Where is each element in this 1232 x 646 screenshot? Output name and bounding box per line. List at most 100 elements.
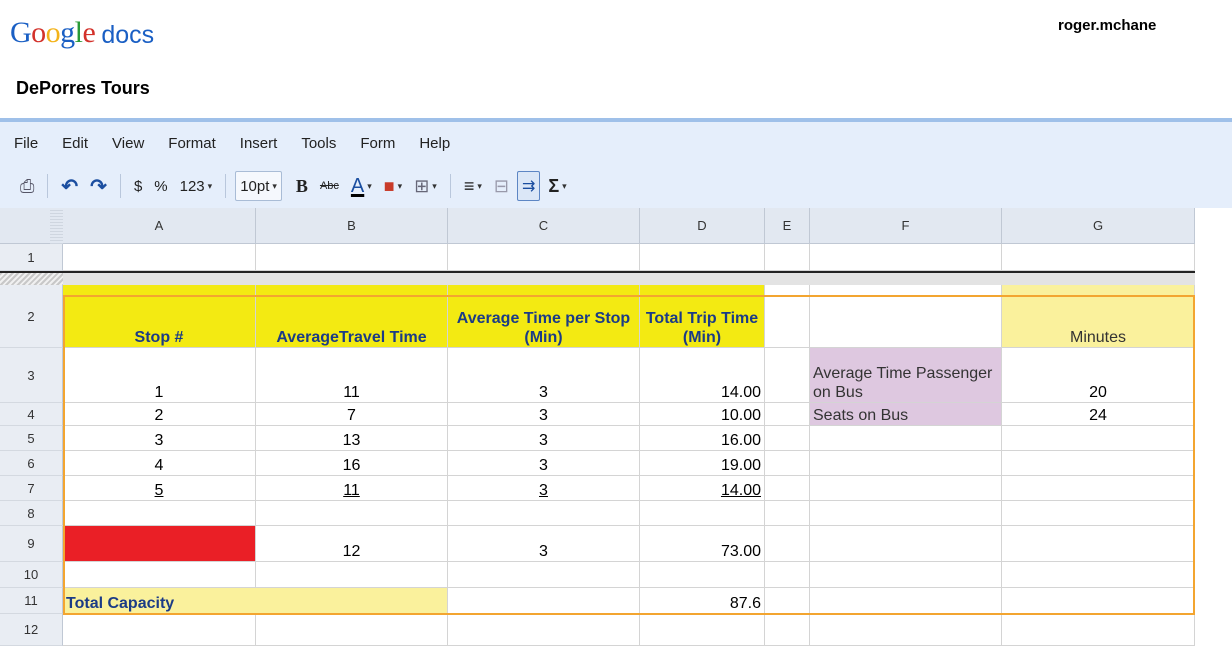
cell-e4[interactable] [765,403,810,426]
cell-g6[interactable] [1002,451,1195,476]
cell-a4[interactable]: 2 [63,403,256,426]
cell-g5[interactable] [1002,426,1195,451]
cell-d7[interactable]: 14.00 [640,476,765,501]
undo-icon[interactable]: ↶ [57,172,82,200]
currency-format-button[interactable]: $ [130,172,146,200]
cell-g2[interactable]: Minutes [1002,285,1195,348]
cell-a3[interactable]: 1 [63,348,256,403]
column-header-d[interactable]: D [640,208,765,244]
menu-view[interactable]: View [102,131,154,156]
cell-a11[interactable]: Total Capacity [63,588,256,614]
cell-g3[interactable]: 20 [1002,348,1195,403]
cell-f7[interactable] [810,476,1002,501]
cell-f5[interactable] [810,426,1002,451]
cell-d11[interactable]: 87.6 [640,588,765,614]
cell-f8[interactable] [810,501,1002,526]
cell-g7[interactable] [1002,476,1195,501]
fill-color-dropdown[interactable]: ■ ▾ [380,172,406,200]
cell-a1[interactable] [63,244,256,271]
cell-g12[interactable] [1002,614,1195,646]
document-title[interactable]: DePorres Tours [16,78,150,99]
cell-b12[interactable] [256,614,448,646]
cell-c2[interactable]: Average Time per Stop (Min) [448,285,640,348]
column-header-a[interactable]: A [63,208,256,244]
cell-b4[interactable]: 7 [256,403,448,426]
wrap-text-icon[interactable]: ⇉ [516,171,541,201]
row-header-4[interactable]: 4 [0,403,63,426]
cell-e7[interactable] [765,476,810,501]
row-header-3[interactable]: 3 [0,348,63,403]
cell-f4[interactable]: Seats on Bus [810,403,1002,426]
frozen-rows-handle[interactable] [0,273,63,285]
cell-e1[interactable] [765,244,810,271]
column-header-c[interactable]: C [448,208,640,244]
cell-d2[interactable]: Total Trip Time (Min) [640,285,765,348]
cell-f12[interactable] [810,614,1002,646]
cell-a7[interactable]: 5 [63,476,256,501]
row-header-12[interactable]: 12 [0,614,63,646]
row-header-7[interactable]: 7 [0,476,63,501]
cell-c6[interactable]: 3 [448,451,640,476]
cell-b10[interactable] [256,562,448,588]
cell-a8[interactable] [63,501,256,526]
menu-format[interactable]: Format [158,131,226,156]
cell-f2[interactable] [810,285,1002,348]
cell-d5[interactable]: 16.00 [640,426,765,451]
google-docs-logo[interactable]: Google docs [10,8,154,48]
print-icon[interactable]: ⎙ [16,172,38,200]
menu-insert[interactable]: Insert [230,131,288,156]
scrollbar[interactable] [1195,208,1232,646]
cell-a5[interactable]: 3 [63,426,256,451]
cell-b2[interactable]: AverageTravel Time [256,285,448,348]
bold-button[interactable]: B [292,172,312,200]
cell-b11[interactable] [256,588,448,614]
merge-cells-icon[interactable]: ⊟ [490,172,513,200]
borders-dropdown[interactable]: ⊞ ▾ [410,172,441,200]
cell-d8[interactable] [640,501,765,526]
cell-f6[interactable] [810,451,1002,476]
row-header-9[interactable]: 9 [0,526,63,562]
align-dropdown[interactable]: ≡ ▾ [460,172,486,200]
cell-d1[interactable] [640,244,765,271]
cell-b5[interactable]: 13 [256,426,448,451]
menu-form[interactable]: Form [350,131,405,156]
cell-c4[interactable]: 3 [448,403,640,426]
menu-tools[interactable]: Tools [291,131,346,156]
column-header-f[interactable]: F [810,208,1002,244]
cell-f1[interactable] [810,244,1002,271]
cell-c9[interactable]: 3 [448,526,640,562]
cell-e12[interactable] [765,614,810,646]
cell-e5[interactable] [765,426,810,451]
cell-e11[interactable] [765,588,810,614]
cell-c1[interactable] [448,244,640,271]
number-format-dropdown[interactable]: 123 ▾ [176,172,217,200]
user-account-name[interactable]: roger.mchane [1058,17,1156,34]
cell-d3[interactable]: 14.00 [640,348,765,403]
cell-e9[interactable] [765,526,810,562]
cell-b9[interactable]: 12 [256,526,448,562]
cell-g11[interactable] [1002,588,1195,614]
row-header-11[interactable]: 11 [0,588,63,614]
cell-e6[interactable] [765,451,810,476]
cell-g1[interactable] [1002,244,1195,271]
functions-dropdown[interactable]: Σ ▾ [544,172,570,200]
cell-b1[interactable] [256,244,448,271]
cell-b6[interactable]: 16 [256,451,448,476]
row-header-1[interactable]: 1 [0,244,63,271]
cell-c8[interactable] [448,501,640,526]
menu-edit[interactable]: Edit [52,131,98,156]
row-header-5[interactable]: 5 [0,426,63,451]
cell-f9[interactable] [810,526,1002,562]
row-header-2[interactable]: 2 [0,285,63,348]
cell-d4[interactable]: 10.00 [640,403,765,426]
row-header-8[interactable]: 8 [0,501,63,526]
cell-c3[interactable]: 3 [448,348,640,403]
font-size-dropdown[interactable]: 10pt ▾ [235,171,282,201]
menu-help[interactable]: Help [409,131,460,156]
column-header-e[interactable]: E [765,208,810,244]
cell-a9[interactable] [63,526,256,562]
cell-a6[interactable]: 4 [63,451,256,476]
cell-c5[interactable]: 3 [448,426,640,451]
column-header-grip[interactable] [50,208,63,244]
cell-d10[interactable] [640,562,765,588]
